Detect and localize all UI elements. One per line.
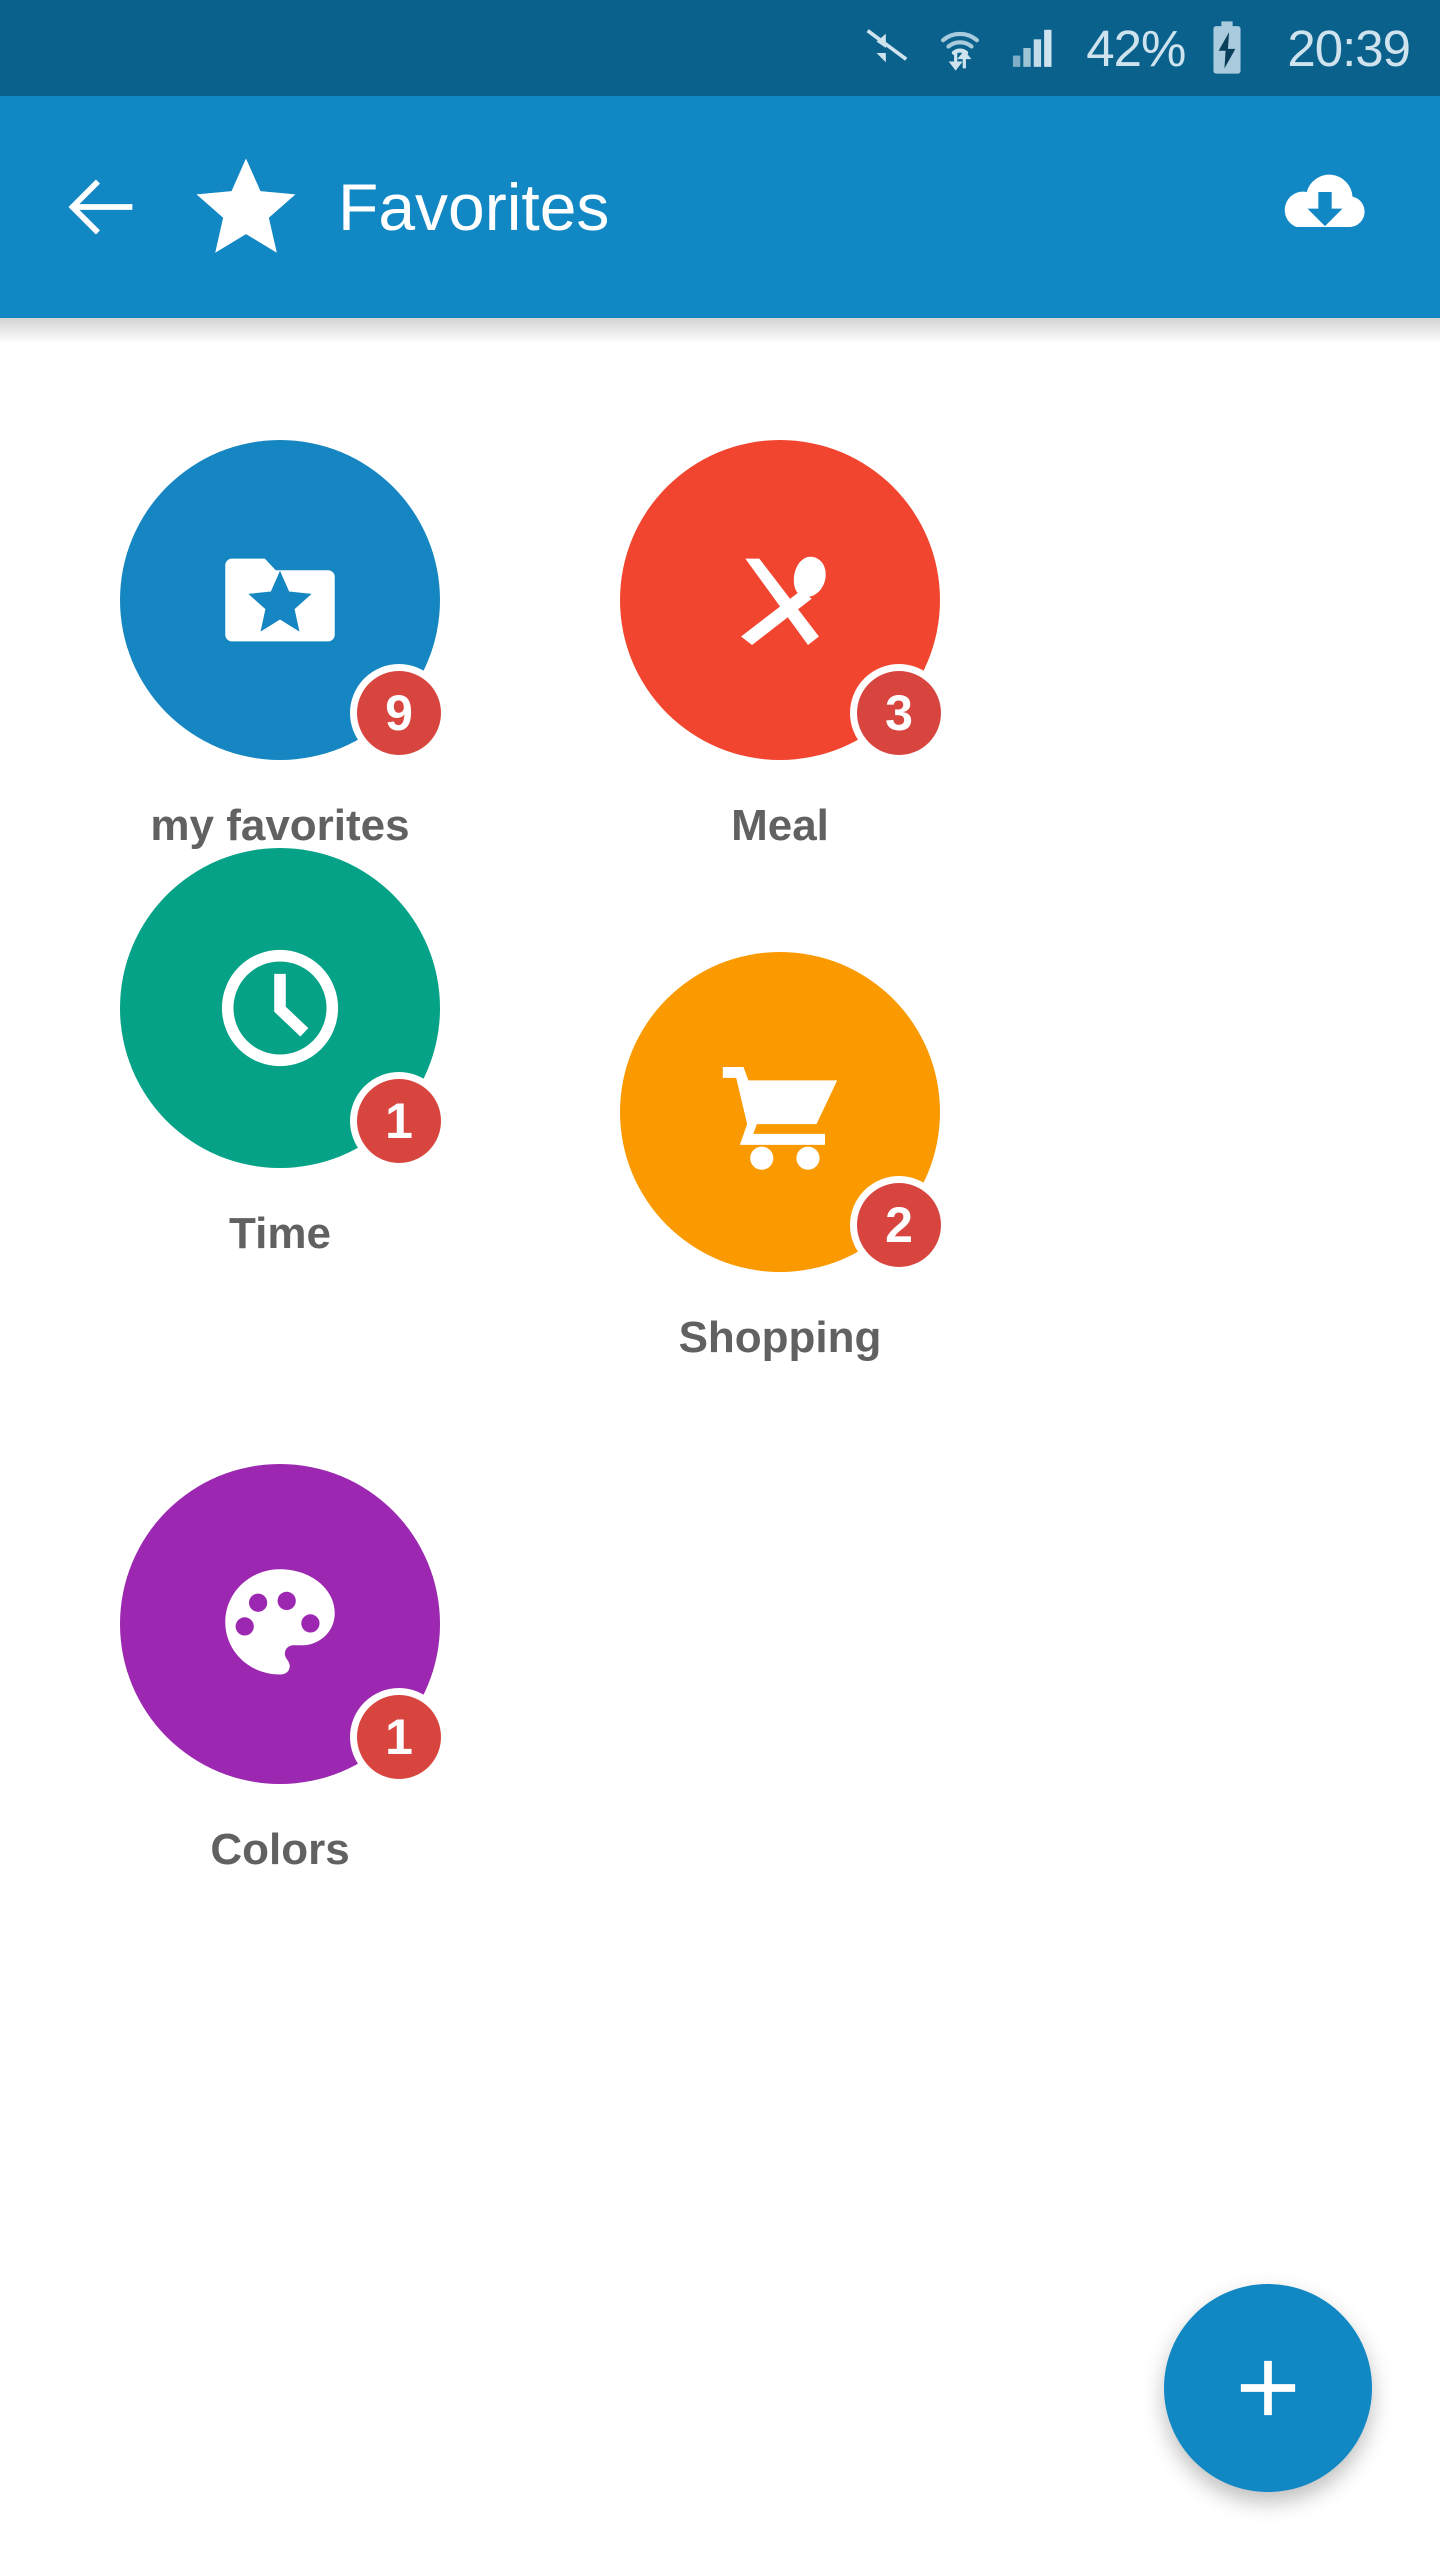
status-bar-icons: 42% 20:39 xyxy=(862,19,1411,77)
back-button[interactable] xyxy=(58,164,144,250)
category-item-shopping[interactable]: 2 Shopping xyxy=(560,952,1000,1360)
category-label: Colors xyxy=(210,1825,350,1874)
category-circle-wrap: 1 xyxy=(120,1464,448,1786)
download-button[interactable] xyxy=(1270,152,1380,262)
status-bar-clock: 20:39 xyxy=(1287,19,1411,77)
category-label: my favorites xyxy=(150,801,410,850)
category-label: Meal xyxy=(731,801,829,850)
count-badge: 2 xyxy=(850,1176,948,1274)
page-title: Favorites xyxy=(338,170,610,244)
add-button[interactable] xyxy=(1164,2284,1372,2492)
battery-charging-icon xyxy=(1205,20,1249,76)
clock-icon xyxy=(221,949,339,1067)
volume-mute-icon xyxy=(862,22,914,74)
fork-spoon-icon xyxy=(741,556,826,646)
category-circle-wrap: 2 xyxy=(620,952,948,1274)
palette-icon xyxy=(225,1569,335,1675)
wifi-transfer-icon xyxy=(934,22,986,74)
plus-icon xyxy=(1240,2360,1296,2416)
category-item-my-favorites[interactable]: 9 my favorites xyxy=(60,440,500,848)
app-screen: 42% 20:39 Favorites 9 my favorites 3 Mea… xyxy=(0,0,1440,2560)
status-bar: 42% 20:39 xyxy=(0,0,1440,96)
cellular-signal-icon xyxy=(1006,22,1058,74)
category-grid: 9 my favorites 3 Meal 1 Time 2 Shopping … xyxy=(0,344,1440,1872)
count-badge: 1 xyxy=(350,1688,448,1786)
count-badge: 1 xyxy=(350,1072,448,1170)
app-bar: Favorites xyxy=(0,96,1440,318)
star-icon xyxy=(190,151,302,263)
app-bar-shadow xyxy=(0,318,1440,344)
category-item-colors[interactable]: 1 Colors xyxy=(60,1464,500,1872)
count-badge: 9 xyxy=(350,664,448,762)
battery-percentage: 42% xyxy=(1086,19,1186,77)
category-label: Time xyxy=(229,1209,331,1258)
category-label: Shopping xyxy=(678,1313,882,1362)
count-badge: 3 xyxy=(850,664,948,762)
back-arrow-icon xyxy=(68,179,133,235)
shopping-cart-icon xyxy=(722,1066,838,1170)
category-item-meal[interactable]: 3 Meal xyxy=(560,440,1000,848)
category-circle-wrap: 3 xyxy=(620,440,948,762)
category-circle-wrap: 9 xyxy=(120,440,448,762)
folder-star-icon xyxy=(225,558,335,642)
category-item-time[interactable]: 1 Time xyxy=(60,848,500,1360)
category-circle-wrap: 1 xyxy=(120,848,448,1170)
cloud-download-icon xyxy=(1284,174,1365,227)
